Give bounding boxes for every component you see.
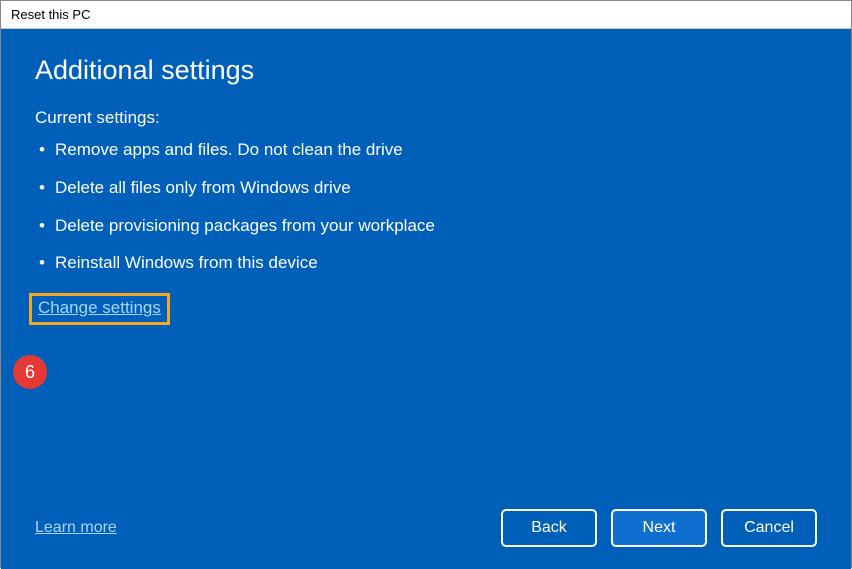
window-title: Reset this PC bbox=[11, 7, 90, 22]
window-title-bar: Reset this PC bbox=[1, 1, 851, 29]
dialog-footer: Learn more Back Next Cancel bbox=[35, 509, 817, 547]
change-settings-link[interactable]: Change settings bbox=[38, 298, 161, 317]
button-row: Back Next Cancel bbox=[501, 509, 817, 547]
cancel-button[interactable]: Cancel bbox=[721, 509, 817, 547]
change-settings-highlight: Change settings bbox=[29, 293, 170, 325]
list-item: Delete provisioning packages from your w… bbox=[37, 214, 817, 238]
annotation-step-badge: 6 bbox=[13, 355, 47, 389]
back-button[interactable]: Back bbox=[501, 509, 597, 547]
list-item: Delete all files only from Windows drive bbox=[37, 176, 817, 200]
next-button[interactable]: Next bbox=[611, 509, 707, 547]
learn-more-link[interactable]: Learn more bbox=[35, 519, 117, 537]
list-item: Reinstall Windows from this device bbox=[37, 251, 817, 275]
list-item: Remove apps and files. Do not clean the … bbox=[37, 138, 817, 162]
current-settings-label: Current settings: bbox=[35, 108, 817, 128]
page-heading: Additional settings bbox=[35, 55, 817, 86]
settings-list: Remove apps and files. Do not clean the … bbox=[35, 138, 817, 275]
dialog-body: Additional settings Current settings: Re… bbox=[1, 29, 851, 569]
